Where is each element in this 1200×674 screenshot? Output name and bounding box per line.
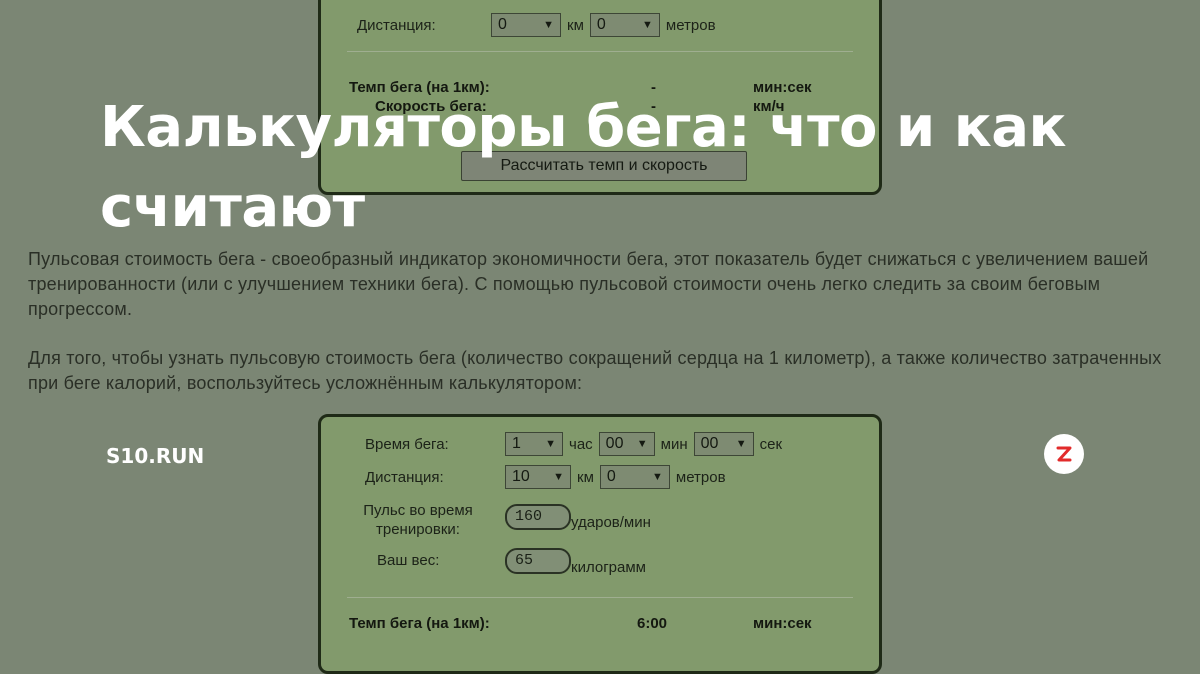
chevron-down-icon: ▼: [545, 438, 556, 450]
distance-km-select[interactable]: 10 ▼: [505, 465, 571, 489]
chevron-down-icon: ▼: [735, 438, 747, 450]
pace-label: Темп бега (на 1км):: [349, 615, 490, 632]
distance-m-select[interactable]: 0 ▼: [589, 13, 660, 37]
time-label: Время бега:: [365, 435, 449, 453]
distance-label: Дистанция:: [365, 468, 444, 486]
pulse-row: 160 ударов/мин: [505, 502, 657, 531]
pulse-label: Пульс во время тренировки:: [363, 502, 473, 538]
distance-label: Дистанция:: [357, 16, 436, 34]
seconds-select[interactable]: 00 ▼: [693, 432, 754, 456]
weight-label: Ваш вес:: [377, 552, 440, 569]
weight-row: 65 килограмм: [505, 545, 652, 576]
distance-row: Дистанция: 0 ▼ км 0 ▼ метров: [357, 13, 722, 37]
weight-input[interactable]: 65: [505, 547, 571, 574]
article-paragraph-2: Для того, чтобы узнать пульсовую стоимос…: [28, 348, 1162, 393]
article-paragraph-1: Пульсовая стоимость бега - своеобразный …: [28, 249, 1149, 319]
time-row: Время бега: 1 ▼ час 00 ▼ мин 00 ▼ сек: [365, 432, 788, 456]
pulse-unit: ударов/мин: [571, 514, 651, 531]
chevron-down-icon: ▼: [651, 471, 663, 483]
chevron-down-icon: ▼: [543, 19, 554, 31]
pace-value: 6:00: [637, 615, 668, 632]
divider: [347, 597, 853, 598]
chevron-down-icon: ▼: [636, 438, 648, 450]
hours-unit: час: [569, 435, 593, 453]
chevron-down-icon: ▼: [641, 19, 653, 31]
pulse-calculator: Время бега: 1 ▼ час 00 ▼ мин 00 ▼ сек Диста…: [318, 414, 882, 674]
zen-logo-icon[interactable]: [1044, 434, 1084, 474]
distance-m-select[interactable]: 0 ▼: [599, 465, 670, 489]
article-title: Калькуляторы бега: что и как считают: [100, 95, 1067, 240]
km-unit: км: [577, 468, 594, 486]
weight-unit: килограмм: [571, 559, 646, 576]
zen-z-icon: [1056, 446, 1072, 462]
distance-row: Дистанция: 10 ▼ км 0 ▼ метров: [365, 465, 732, 489]
m-unit: метров: [675, 468, 726, 486]
m-unit: метров: [665, 16, 716, 34]
km-unit: км: [567, 16, 584, 34]
distance-km-select[interactable]: 0 ▼: [491, 13, 561, 37]
seconds-unit: сек: [759, 435, 783, 453]
hours-select[interactable]: 1 ▼: [505, 432, 563, 456]
pulse-input[interactable]: 160: [505, 503, 571, 530]
minutes-unit: мин: [660, 435, 688, 453]
pace-unit: мин:сек: [753, 615, 812, 632]
chevron-down-icon: ▼: [553, 471, 564, 483]
site-name[interactable]: S10.RUN: [106, 444, 204, 468]
minutes-select[interactable]: 00 ▼: [598, 432, 655, 456]
divider: [347, 51, 853, 52]
